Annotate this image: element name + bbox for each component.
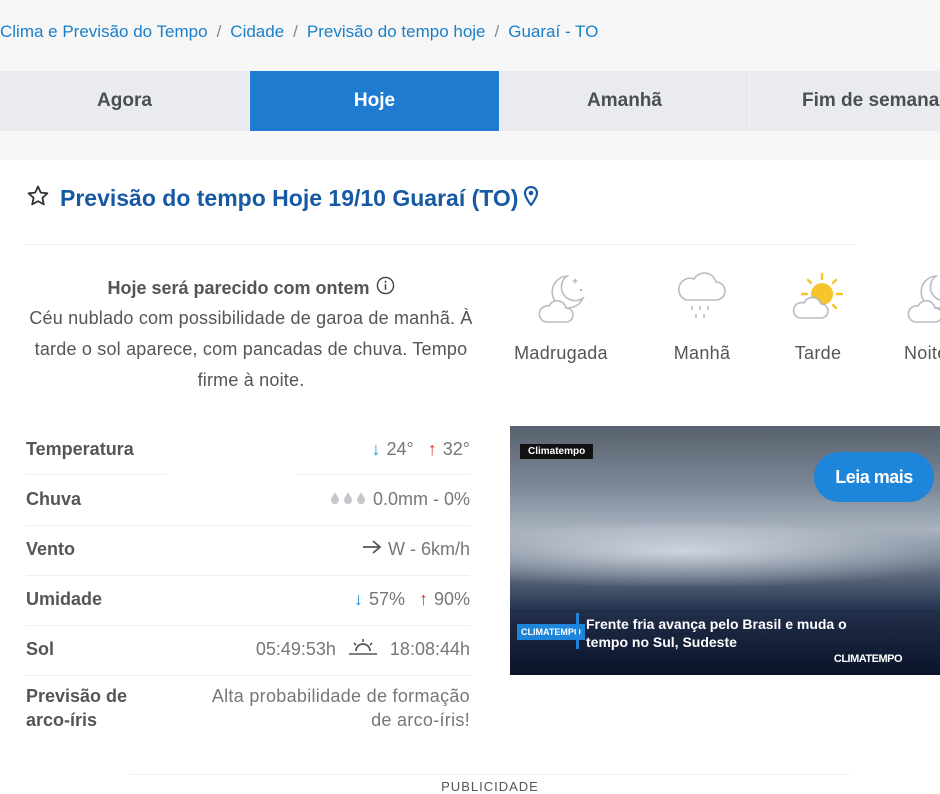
- arrow-down-icon: ↓: [371, 438, 381, 459]
- tab-fim-de-semana[interactable]: Fim de semana: [750, 71, 940, 131]
- breadcrumb-separator: /: [216, 22, 222, 41]
- star-icon[interactable]: [26, 184, 50, 213]
- period-noite: Noite: [874, 268, 940, 364]
- cloud-drizzle-icon: [672, 272, 732, 332]
- arrow-up-icon: ↑: [427, 438, 437, 459]
- period-madrugada: Madrugada: [501, 268, 621, 364]
- climatempo-logo: CLIMATEMPO: [517, 624, 585, 640]
- summary-text: Céu nublado com possibilidade de garoa d…: [29, 308, 473, 390]
- info-icon[interactable]: [376, 276, 395, 300]
- detail-value: 0.0mm - 0%: [329, 489, 470, 510]
- breadcrumb-link-previsao-hoje[interactable]: Previsão do tempo hoje: [307, 22, 486, 41]
- humidity-max: 90%: [433, 588, 470, 609]
- breadcrumb-separator: /: [293, 22, 298, 41]
- raindrops-icon: [329, 489, 367, 510]
- forecast-tabs: Agora Hoje Amanhã Fim de semana: [0, 71, 940, 131]
- detail-value: ↓ 57% ↑ 90%: [354, 589, 470, 610]
- period-tarde: Tarde: [758, 268, 878, 364]
- detail-value: Alta probabilidade de formação de arco-í…: [212, 684, 470, 732]
- tab-amanha[interactable]: Amanhã: [500, 71, 750, 131]
- sunset-icon: [348, 638, 378, 661]
- page-title: Previsão do tempo Hoje 19/10 Guaraí (TO): [60, 185, 519, 211]
- forecast-summary: Hoje será parecido com ontem Céu nublado…: [26, 276, 476, 396]
- temp-min: 24°: [386, 438, 414, 459]
- breadcrumb-link-city[interactable]: Guaraí - TO: [508, 22, 598, 41]
- tab-hoje[interactable]: Hoje: [250, 71, 500, 131]
- video-background: [510, 516, 940, 586]
- sun-cloud-icon: [788, 272, 848, 332]
- detail-label-line: Previsão de: [26, 686, 128, 706]
- detail-row-vento: Vento W - 6km/h: [26, 524, 470, 574]
- detail-value: ↓ 24° ↑ 32°: [372, 439, 470, 460]
- tab-agora[interactable]: Agora: [0, 71, 250, 131]
- humidity-min: 57%: [368, 588, 405, 609]
- detail-value: 05:49:53h 18:08:44h: [256, 638, 470, 661]
- detail-label: Sol: [26, 638, 55, 659]
- summary-heading: Hoje será parecido com ontem: [107, 277, 370, 298]
- video-brand: CLIMATEMPO: [833, 653, 903, 665]
- breadcrumb-link-home[interactable]: Clima e Previsão do Tempo: [0, 22, 208, 41]
- video-caption: CLIMATEMPO Frente fria avança pelo Brasi…: [510, 609, 940, 675]
- advertising-label: PUBLICIDADE: [130, 774, 850, 794]
- detail-label: Vento: [26, 538, 76, 559]
- video-tag: Climatempo: [520, 444, 594, 459]
- detail-row-arco-iris: Previsão de arco-íris Alta probabilidade…: [26, 684, 470, 740]
- sunrise-time: 05:49:53h: [255, 638, 336, 659]
- period-label: Manhã: [673, 343, 731, 363]
- detail-row-temperatura: Temperatura ↓ 24° ↑ 32°: [26, 424, 470, 474]
- rain-value: 0.0mm - 0%: [372, 488, 470, 509]
- divider: [26, 244, 856, 245]
- video-headline: Frente fria avança pelo Brasil e muda o …: [586, 616, 847, 650]
- detail-value: W - 6km/h: [362, 539, 470, 560]
- wind-direction-icon: [362, 539, 382, 560]
- location-pin-icon[interactable]: [524, 185, 539, 211]
- moon-cloud-icon: [531, 274, 591, 332]
- breadcrumb-separator: /: [494, 22, 500, 41]
- caption-accent-bar: [576, 613, 579, 649]
- summary-heading-row: Hoje será parecido com ontem: [107, 276, 394, 300]
- sunset-time: 18:08:44h: [389, 638, 470, 659]
- breadcrumb-link-cidade[interactable]: Cidade: [230, 22, 284, 41]
- page-title-row: Previsão do tempo Hoje 19/10 Guaraí (TO): [26, 184, 539, 213]
- row-divider: [26, 675, 470, 676]
- wind-value: W - 6km/h: [387, 538, 470, 559]
- rainbow-value-line: de arco-íris!: [371, 710, 470, 730]
- period-label: Noite: [904, 343, 940, 363]
- breadcrumb: Clima e Previsão do Tempo / Cidade / Previsã…: [0, 22, 598, 42]
- detail-label-line: arco-íris: [26, 710, 98, 730]
- arrow-up-icon: ↑: [418, 588, 428, 609]
- moon-cloud-icon: [900, 274, 940, 332]
- detail-row-chuva: Chuva 0.0mm - 0%: [26, 474, 470, 524]
- leia-mais-button[interactable]: Leia mais: [814, 452, 934, 502]
- temp-max: 32°: [442, 438, 470, 459]
- video-card[interactable]: Climatempo Leia mais CLIMATEMPO Frente f…: [510, 426, 940, 675]
- period-label: Madrugada: [514, 343, 608, 363]
- detail-row-sol: Sol 05:49:53h 18:08:44h: [26, 624, 470, 674]
- detail-label: Umidade: [26, 588, 103, 609]
- detail-label: Temperatura: [26, 438, 134, 459]
- arrow-down-icon: ↓: [353, 588, 363, 609]
- rainbow-value-line: Alta probabilidade de formação: [211, 686, 470, 706]
- detail-row-umidade: Umidade ↓ 57% ↑ 90%: [26, 574, 470, 624]
- detail-label: Chuva: [26, 488, 82, 509]
- detail-label: Previsão de arco-íris: [26, 684, 127, 732]
- period-manha: Manhã: [642, 268, 762, 364]
- period-label: Tarde: [794, 343, 842, 363]
